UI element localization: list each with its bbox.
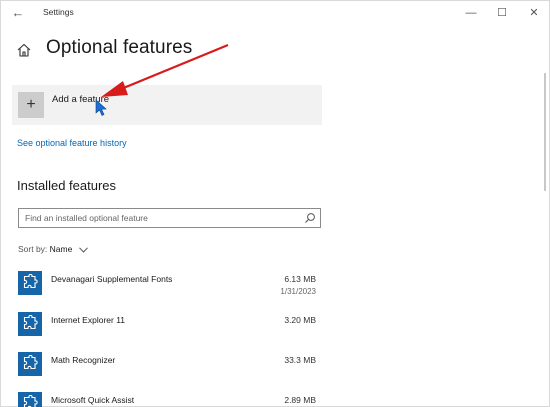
sort-by-label: Sort by:: [18, 244, 50, 254]
optional-feature-history-link[interactable]: See optional feature history: [17, 138, 127, 148]
feature-size: 33.3 MB: [284, 355, 316, 365]
feature-size: 3.20 MB: [284, 315, 316, 325]
red-annotation-arrow: [95, 43, 229, 116]
scrollbar[interactable]: [544, 73, 546, 191]
puzzle-icon: [18, 392, 42, 407]
chevron-down-icon: [78, 247, 88, 253]
installed-features-heading: Installed features: [17, 178, 117, 193]
close-button[interactable]: ✕: [519, 4, 549, 22]
add-a-feature-button[interactable]: + Add a feature: [12, 85, 322, 125]
feature-row[interactable]: Math Recognizer 33.3 MB: [18, 352, 318, 386]
feature-name: Devanagari Supplemental Fonts: [51, 274, 173, 284]
plus-icon: +: [18, 92, 44, 118]
feature-name: Math Recognizer: [51, 355, 116, 365]
installed-feature-search[interactable]: [18, 208, 321, 228]
feature-name: Internet Explorer 11: [51, 315, 126, 325]
settings-window: ← Settings — ☐ ✕ Optional features + Add…: [0, 0, 550, 407]
sort-by-dropdown[interactable]: Sort by: Name: [18, 244, 88, 254]
feature-install-date: 1/31/2023: [280, 287, 316, 296]
search-input[interactable]: [25, 211, 295, 225]
app-title: Settings: [43, 7, 74, 17]
back-button[interactable]: ←: [7, 4, 29, 22]
puzzle-icon: [18, 271, 42, 295]
feature-size: 6.13 MB: [284, 274, 316, 284]
puzzle-icon: [18, 312, 42, 336]
feature-row[interactable]: Devanagari Supplemental Fonts 6.13 MB 1/…: [18, 271, 318, 305]
home-icon[interactable]: [16, 42, 32, 58]
minimize-button[interactable]: —: [456, 4, 486, 22]
feature-size: 2.89 MB: [284, 395, 316, 405]
maximize-button[interactable]: ☐: [487, 4, 517, 22]
feature-name: Microsoft Quick Assist: [51, 395, 135, 405]
page-title: Optional features: [46, 37, 193, 58]
search-icon[interactable]: [304, 212, 316, 224]
puzzle-icon: [18, 352, 42, 376]
feature-row[interactable]: Internet Explorer 11 3.20 MB: [18, 312, 318, 346]
add-a-feature-label: Add a feature: [52, 94, 110, 105]
title-bar: ← Settings — ☐ ✕: [1, 1, 550, 27]
sort-by-value: Name: [49, 244, 73, 254]
feature-row[interactable]: Microsoft Quick Assist 2.89 MB: [18, 392, 318, 407]
